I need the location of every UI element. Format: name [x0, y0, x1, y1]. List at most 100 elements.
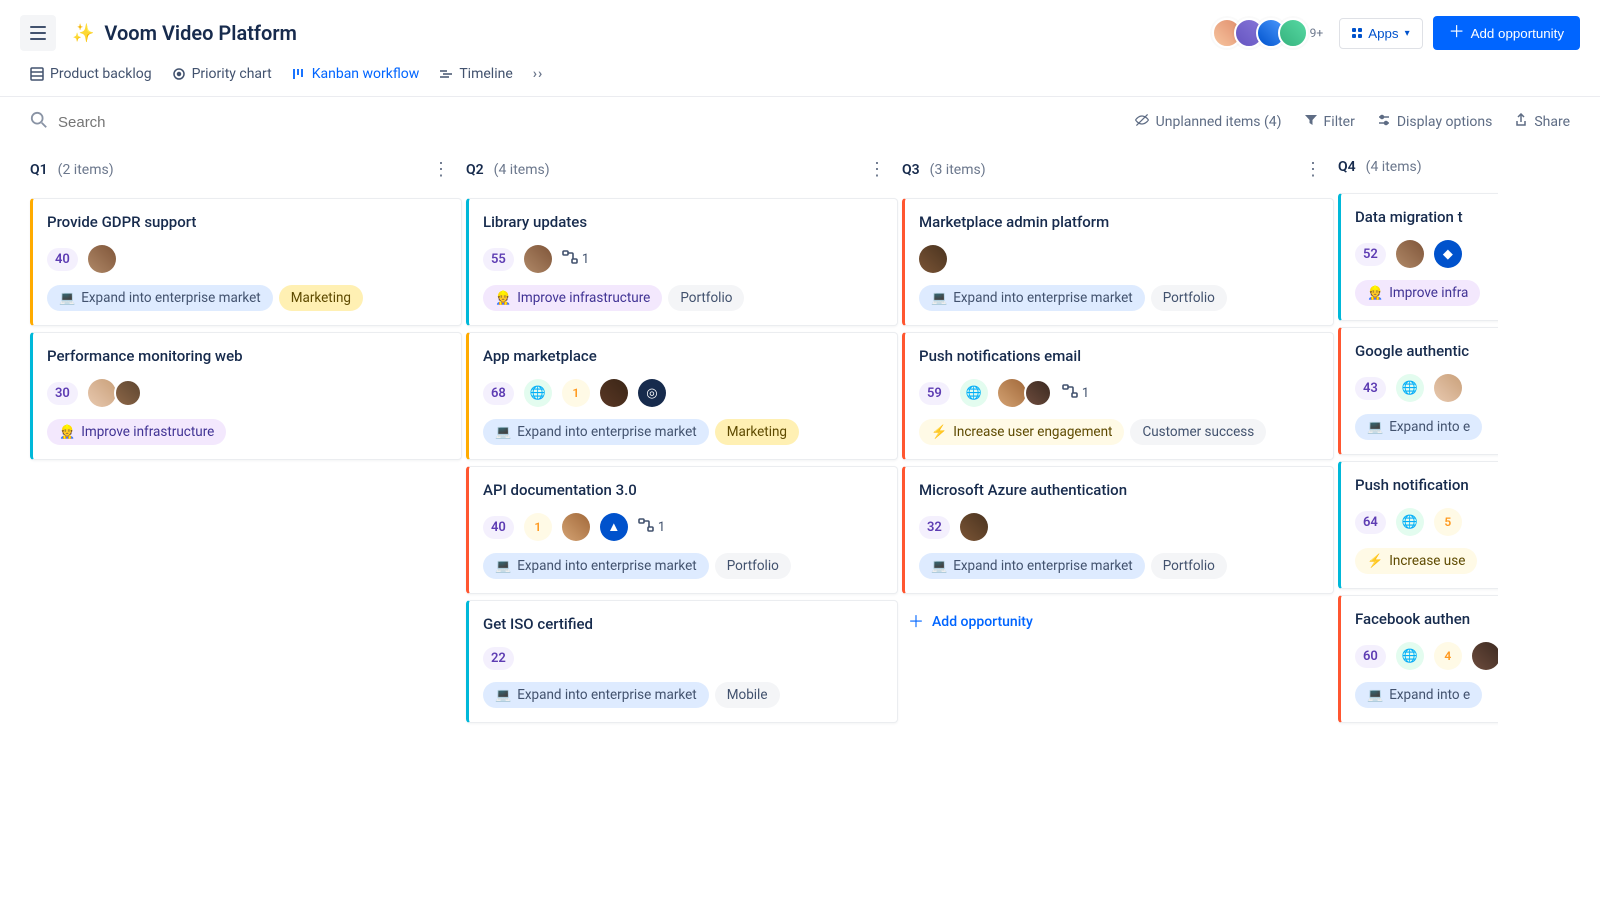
globe-icon: 🌐	[1396, 642, 1424, 670]
add-opportunity-button[interactable]: ＋ Add opportunity	[1433, 16, 1580, 50]
more-tabs-button[interactable]: ››	[533, 66, 543, 82]
card-push[interactable]: Push notifications email 59 🌐 1 ⚡Increas…	[902, 332, 1334, 460]
tab-kanban-workflow[interactable]: Kanban workflow	[292, 62, 420, 86]
avatar	[88, 379, 116, 407]
tab-priority-chart[interactable]: Priority chart	[172, 62, 272, 86]
card-push-mobile[interactable]: Push notification 64 🌐 5 ⚡Increase use	[1338, 461, 1498, 589]
timeline-icon	[439, 67, 453, 81]
menu-toggle[interactable]	[20, 15, 56, 51]
card-google-auth[interactable]: Google authentic 43 🌐 💻Expand into e	[1338, 327, 1498, 455]
dark-badge-icon: ◎	[638, 379, 666, 407]
hierarchy-icon	[638, 518, 654, 536]
card-lib[interactable]: Library updates 55 1 👷Improve infrastruc…	[466, 198, 898, 326]
card-title: Data migration t	[1355, 208, 1498, 226]
tag-enterprise: 💻Expand into enterprise market	[483, 682, 709, 708]
tag-engagement: ⚡Increase use	[1355, 548, 1477, 574]
sparkle-icon: ✨	[72, 23, 94, 44]
avatar	[1024, 379, 1052, 407]
column-q4: Q4 (4 items) Data migration t 52 ◆ 👷Impr…	[1338, 147, 1498, 729]
card-title: Performance monitoring web	[47, 347, 447, 365]
unplanned-items-button[interactable]: Unplanned items (4)	[1134, 112, 1282, 132]
tab-timeline[interactable]: Timeline	[439, 62, 512, 86]
card-perf[interactable]: Performance monitoring web 30 👷Improve i…	[30, 332, 462, 460]
tag-infra: 👷Improve infrastructure	[483, 285, 662, 311]
score-badge: 32	[919, 516, 950, 539]
filter-button[interactable]: Filter	[1304, 113, 1355, 131]
card-title: Provide GDPR support	[47, 213, 447, 231]
column-count: (2 items)	[58, 162, 114, 178]
card-azure[interactable]: Microsoft Azure authentication 32 💻Expan…	[902, 466, 1334, 594]
column-count: (4 items)	[1366, 159, 1422, 175]
collaborator-avatars[interactable]: 9+	[1212, 18, 1330, 48]
avatar	[960, 513, 988, 541]
tag-portfolio: Portfolio	[715, 553, 791, 579]
child-count: 1	[1062, 384, 1089, 402]
count-badge: 5	[1434, 508, 1462, 536]
globe-icon: 🌐	[524, 379, 552, 407]
tag-portfolio: Portfolio	[668, 285, 744, 311]
tag-marketing: Marketing	[715, 419, 799, 445]
card-title: Microsoft Azure authentication	[919, 481, 1319, 499]
tag-enterprise: 💻Expand into enterprise market	[919, 553, 1145, 579]
tab-product-backlog[interactable]: Product backlog	[30, 62, 152, 86]
avatar	[1472, 642, 1498, 670]
card-facebook-auth[interactable]: Facebook authen 60 🌐 4 💻Expand into e	[1338, 595, 1498, 723]
card-api[interactable]: API documentation 3.0 40 1 ▲ 1 💻Expand i…	[466, 466, 898, 594]
column-title: Q4	[1338, 159, 1356, 175]
count-badge: 1	[524, 513, 552, 541]
plus-icon: ＋	[1449, 25, 1465, 41]
display-options-button[interactable]: Display options	[1377, 113, 1492, 131]
column-menu-button[interactable]: ⋮	[432, 159, 462, 180]
search-field[interactable]	[30, 111, 1134, 133]
tag-enterprise: 💻Expand into enterprise market	[47, 285, 273, 311]
add-opportunity-link[interactable]: ＋ Add opportunity	[902, 600, 1334, 644]
column-menu-button[interactable]: ⋮	[868, 159, 898, 180]
card-appm[interactable]: App marketplace 68 🌐 1 ◎ 💻Expand into en…	[466, 332, 898, 460]
backlog-icon	[30, 67, 44, 81]
score-badge: 52	[1355, 243, 1386, 266]
score-badge: 40	[483, 516, 514, 539]
score-badge: 43	[1355, 377, 1386, 400]
tag-enterprise: 💻Expand into enterprise market	[483, 419, 709, 445]
column-q3: Q3 (3 items) ⋮ Marketplace admin platfor…	[902, 147, 1334, 729]
sliders-icon	[1377, 113, 1391, 131]
score-badge: 60	[1355, 645, 1386, 668]
column-title: Q3	[902, 162, 920, 178]
tag-engagement: ⚡Increase user engagement	[919, 419, 1124, 445]
eye-off-icon	[1134, 112, 1150, 132]
card-title: Marketplace admin platform	[919, 213, 1319, 231]
apps-button[interactable]: Apps ▾	[1339, 18, 1422, 49]
card-mkt[interactable]: Marketplace admin platform 💻Expand into …	[902, 198, 1334, 326]
share-button[interactable]: Share	[1514, 113, 1570, 131]
plus-icon: ＋	[908, 614, 924, 630]
filter-icon	[1304, 113, 1318, 131]
target-icon	[172, 67, 186, 81]
search-icon	[30, 111, 48, 133]
card-title: Push notification	[1355, 476, 1498, 494]
card-title: Facebook authen	[1355, 610, 1498, 628]
add-button-label: Add opportunity	[1471, 26, 1564, 41]
tag-customer: Customer success	[1130, 419, 1266, 445]
column-title: Q1	[30, 162, 48, 178]
search-input[interactable]	[58, 114, 1134, 131]
card-data-migration[interactable]: Data migration t 52 ◆ 👷Improve infra	[1338, 193, 1498, 321]
tag-mobile: Mobile	[715, 682, 780, 708]
azure-icon: ▲	[600, 513, 628, 541]
score-badge: 64	[1355, 511, 1386, 534]
diamond-icon: ◆	[1434, 240, 1462, 268]
count-badge: 4	[1434, 642, 1462, 670]
card-title: App marketplace	[483, 347, 883, 365]
card-iso[interactable]: Get ISO certified 22 💻Expand into enterp…	[466, 600, 898, 723]
score-badge: 55	[483, 248, 514, 271]
score-badge: 40	[47, 248, 78, 271]
avatar	[114, 379, 142, 407]
avatar	[1434, 374, 1462, 402]
card-title: Library updates	[483, 213, 883, 231]
column-title: Q2	[466, 162, 484, 178]
tag-enterprise: 💻Expand into e	[1355, 414, 1482, 440]
column-menu-button[interactable]: ⋮	[1304, 159, 1334, 180]
card-gdpr[interactable]: Provide GDPR support 40 💻Expand into ent…	[30, 198, 462, 326]
kanban-icon	[292, 67, 306, 81]
score-badge: 59	[919, 382, 950, 405]
tag-enterprise: 💻Expand into enterprise market	[483, 553, 709, 579]
